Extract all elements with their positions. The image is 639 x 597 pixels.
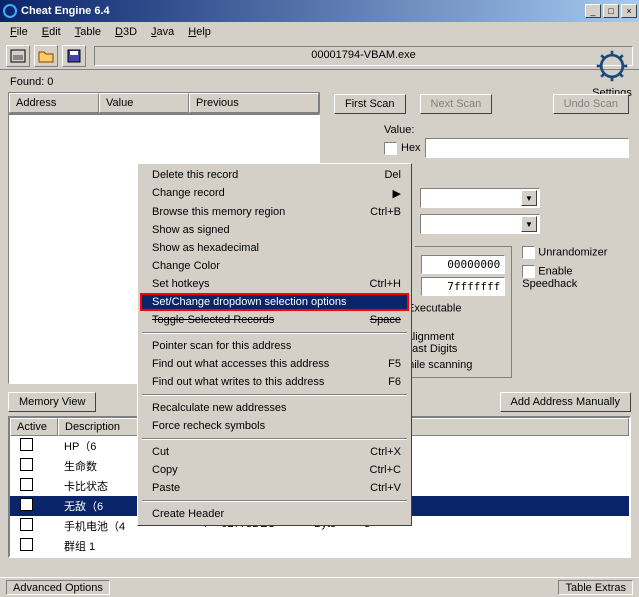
open-process-button[interactable]: [6, 45, 30, 67]
chevron-down-icon: ▼: [521, 216, 537, 232]
menu-java[interactable]: Java: [145, 24, 180, 40]
col-previous[interactable]: Previous: [189, 93, 319, 113]
col-value[interactable]: Value: [99, 93, 189, 113]
ctx-color[interactable]: Change Color: [140, 257, 409, 275]
advanced-options[interactable]: Advanced Options: [6, 580, 110, 595]
active-checkbox[interactable]: [20, 498, 33, 511]
ctx-signed[interactable]: Show as signed: [140, 221, 409, 239]
next-scan-button: Next Scan: [420, 94, 493, 114]
value-type-dropdown[interactable]: ▼: [420, 214, 540, 234]
separator: [142, 394, 407, 396]
ctx-create-header[interactable]: Create Header: [140, 505, 409, 523]
scan-type-dropdown[interactable]: ▼: [420, 188, 540, 208]
menu-edit[interactable]: Edit: [36, 24, 67, 40]
ctx-browse[interactable]: Browse this memory regionCtrl+B: [140, 203, 409, 221]
save-button[interactable]: [62, 45, 86, 67]
ctx-paste[interactable]: PasteCtrl+V: [140, 479, 409, 497]
col-active[interactable]: Active: [10, 418, 58, 436]
maximize-button[interactable]: □: [603, 4, 619, 18]
submenu-arrow-icon: ▶: [393, 187, 401, 200]
undo-scan-button: Undo Scan: [553, 94, 629, 114]
open-file-button[interactable]: [34, 45, 58, 67]
ctx-recalc[interactable]: Recalculate new addresses: [140, 399, 409, 417]
menu-table[interactable]: Table: [69, 24, 107, 40]
stop-address-input[interactable]: [421, 277, 505, 296]
start-address-input[interactable]: [421, 255, 505, 274]
hex-checkbox[interactable]: [384, 142, 397, 155]
unrandomizer-checkbox[interactable]: [522, 246, 535, 259]
ctx-recheck[interactable]: Force recheck symbols: [140, 417, 409, 435]
statusbar: Advanced Options Table Extras: [0, 577, 639, 597]
ctx-copy[interactable]: CopyCtrl+C: [140, 461, 409, 479]
menu-file[interactable]: File: [4, 24, 34, 40]
close-button[interactable]: ×: [621, 4, 637, 18]
separator: [142, 332, 407, 334]
active-checkbox[interactable]: [20, 458, 33, 471]
ctx-find-writes[interactable]: Find out what writes to this addressF6: [140, 373, 409, 391]
menu-help[interactable]: Help: [182, 24, 217, 40]
ctx-delete[interactable]: Delete this recordDel: [140, 166, 409, 184]
memory-view-button[interactable]: Memory View: [8, 392, 96, 412]
ctx-hotkeys[interactable]: Set hotkeysCtrl+H: [140, 275, 409, 293]
context-menu: Delete this recordDel Change record▶ Bro…: [137, 163, 412, 526]
ctx-pointer-scan[interactable]: Pointer scan for this address: [140, 337, 409, 355]
ctx-find-access[interactable]: Find out what accesses this addressF5: [140, 355, 409, 373]
app-icon: [2, 3, 18, 19]
col-address[interactable]: Address: [9, 93, 99, 113]
chevron-down-icon: ▼: [521, 190, 537, 206]
ctx-dropdown-options[interactable]: Set/Change dropdown selection options: [140, 293, 409, 311]
menubar: File Edit Table D3D Java Help: [0, 22, 639, 42]
found-count: Found: 0: [10, 76, 631, 88]
first-scan-button[interactable]: First Scan: [334, 94, 406, 114]
titlebar[interactable]: Cheat Engine 6.4 _ □ ×: [0, 0, 639, 22]
hex-label: Hex: [401, 142, 421, 154]
menu-d3d[interactable]: D3D: [109, 24, 143, 40]
active-checkbox[interactable]: [20, 518, 33, 531]
value-label: Value:: [384, 124, 629, 136]
toolbar: 00001794-VBAM.exe: [0, 42, 639, 70]
results-header: Address Value Previous: [8, 92, 320, 114]
process-path: 00001794-VBAM.exe: [94, 46, 633, 66]
ctx-change-record[interactable]: Change record▶: [140, 184, 409, 203]
ctx-toggle[interactable]: Toggle Selected RecordsSpace: [140, 311, 409, 329]
table-extras[interactable]: Table Extras: [558, 580, 633, 595]
ctx-hex[interactable]: Show as hexadecimal: [140, 239, 409, 257]
table-row[interactable]: 群组 1: [10, 536, 629, 556]
active-checkbox[interactable]: [20, 438, 33, 451]
active-checkbox[interactable]: [20, 538, 33, 551]
active-checkbox[interactable]: [20, 478, 33, 491]
window-title: Cheat Engine 6.4: [21, 5, 585, 17]
speedhack-checkbox[interactable]: [522, 265, 535, 278]
separator: [142, 438, 407, 440]
minimize-button[interactable]: _: [585, 4, 601, 18]
add-address-button[interactable]: Add Address Manually: [500, 392, 631, 412]
value-input[interactable]: [425, 138, 629, 158]
ctx-cut[interactable]: CutCtrl+X: [140, 443, 409, 461]
separator: [142, 500, 407, 502]
